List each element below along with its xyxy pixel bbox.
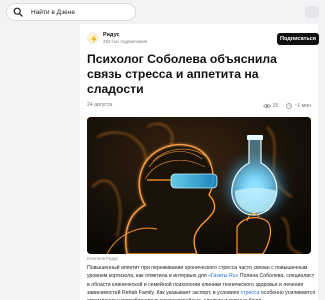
article-date: 24 августа [87,102,113,108]
channel-name[interactable]: Ридус [103,32,120,38]
eye-icon [262,103,271,108]
top-bar [0,0,325,24]
article-title: Психолог Соболева объяснила связь стресс… [87,52,277,96]
article-meta: 24 августа 15 ~1 мин [87,101,311,110]
image-caption: Кочетков Ридус [87,256,119,261]
article-image [87,117,311,254]
views-count: 15 [272,102,279,109]
lightning-logo-icon [91,34,97,43]
subscribe-button[interactable]: Подписаться [277,33,319,45]
channel-subscribers: 293 тыс подписчиков [103,39,147,44]
read-time: ~1 мин [294,102,311,109]
source-link[interactable]: «Газеты.Ru» [208,273,238,279]
article-card: Ридус 293 тыс подписчиков Подписаться Пс… [80,24,319,300]
search-input[interactable] [31,6,131,18]
channel-header: Ридус 293 тыс подписчиков Подписаться [87,32,319,46]
channel-avatar[interactable] [87,32,99,44]
top-bar-control[interactable] [305,6,319,18]
glowing-scientist-illustration [87,117,311,254]
article-stats: 15 ~1 мин [262,101,311,110]
article-paragraph: Повышенный аппетит при переживании хрони… [87,264,316,300]
search-icon [13,7,23,17]
search-box[interactable] [6,3,136,21]
tag-link-stress[interactable]: стресса [241,290,260,296]
article-body: Повышенный аппетит при переживании хрони… [87,264,316,300]
clock-icon [286,102,293,109]
